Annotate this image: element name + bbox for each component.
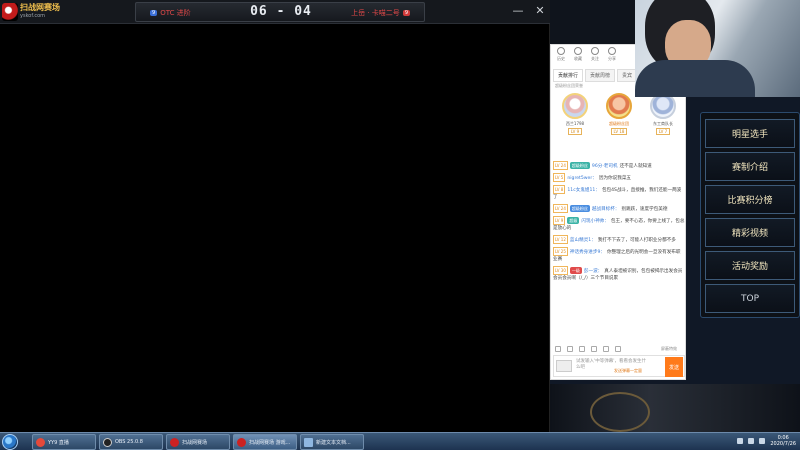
fan-item[interactable]: 超级粉丝团 LV 18 bbox=[598, 93, 640, 147]
chat-list: LV 24 超级粉丝 96分·老司机 还不是人就知道 LV 5 nigret5wer：因… bbox=[553, 161, 685, 341]
fan-level: LV 18 bbox=[610, 128, 628, 135]
task-item[interactable]: OBS 25.0.8 bbox=[99, 434, 163, 450]
rank-tabs: 贡献排行 贡献周榜 贵宾 bbox=[553, 69, 638, 82]
system-clock[interactable]: 0:06 2020/7/26 bbox=[770, 435, 796, 447]
chat-message: LV 30 一级 彭一波： 真人泰坦被识别，包包被揭示出发会员会员会员啊（/_/）三个… bbox=[553, 266, 683, 281]
menu-standings[interactable]: 比赛积分榜 bbox=[705, 185, 795, 214]
live-sidebar: 历史 收藏 关注 分享 贡献排行 贡献周榜 贵宾 超级粉丝团荣誉 西兰1798 … bbox=[550, 0, 800, 432]
start-button[interactable] bbox=[2, 434, 18, 450]
task-item[interactable]: 扫战网赛场 bbox=[166, 434, 230, 450]
minimize-button[interactable]: — bbox=[512, 4, 524, 17]
gift-icon[interactable] bbox=[567, 346, 573, 352]
task-item[interactable]: YY9 直播 bbox=[32, 434, 96, 450]
banner-ornament bbox=[590, 392, 650, 432]
team-right-name: 上岳 · 卡喵二号 bbox=[351, 9, 400, 17]
chat-message: LV 9 超级 闪现小神帅： 包王，要不心态，你要上线了，包总是放心的 bbox=[553, 216, 685, 231]
panel-icon-row: 历史 收藏 关注 分享 bbox=[557, 47, 616, 62]
follow-button[interactable]: 关注 bbox=[591, 47, 599, 62]
menu-rewards[interactable]: 活动奖励 bbox=[705, 251, 795, 280]
task-item[interactable]: 扫战网赛场 游戏... bbox=[233, 434, 297, 450]
task-list: YY9 直播 OBS 25.0.8 扫战网赛场 扫战网赛场 游戏... 新建文本… bbox=[32, 434, 364, 450]
chrome-icon bbox=[36, 437, 45, 447]
logo-icon bbox=[2, 3, 18, 21]
fan-level: LV 7 bbox=[655, 128, 671, 135]
chat-message: LV 24 超级粉丝 越战目标杯： 别跳跃，速度学包美德 bbox=[553, 204, 668, 213]
task-item[interactable]: 新建文本文档... bbox=[300, 434, 364, 450]
fan-level: LV 9 bbox=[567, 128, 583, 135]
chat-message: LV 12 蓝山精灵1： 我打不下去了，可能人打职业分都不多 bbox=[553, 235, 676, 244]
sidebar-header bbox=[550, 0, 636, 44]
favorite-button[interactable]: 收藏 bbox=[574, 47, 582, 62]
like-icon[interactable] bbox=[579, 346, 585, 352]
notepad-icon bbox=[304, 437, 313, 447]
game-window: 扫战网赛场 yskof.com 9 OTC 进阶 06 - 04 上岳 · 卡喵… bbox=[0, 0, 550, 432]
footer-banner bbox=[550, 384, 800, 432]
chat-message: LV 8 11c女鬼姐11： 包包4S战斗，直接推，我们还能一两波了 bbox=[553, 185, 682, 200]
system-tray: 0:06 2020/7/26 bbox=[737, 435, 796, 447]
site-logo: 扫战网赛场 yskof.com bbox=[2, 2, 64, 22]
app-icon bbox=[237, 437, 246, 447]
title-bar: 扫战网赛场 yskof.com 9 OTC 进阶 06 - 04 上岳 · 卡喵… bbox=[0, 0, 550, 24]
heart-icon bbox=[574, 47, 582, 55]
menu-highlights[interactable]: 精彩视频 bbox=[705, 218, 795, 247]
menu-top[interactable]: TOP bbox=[705, 284, 795, 313]
team-right-tag: 9 bbox=[402, 10, 410, 16]
input-method-icon[interactable] bbox=[759, 438, 766, 444]
logo-text: 扫战网赛场 bbox=[20, 3, 60, 12]
fan-name: 超级粉丝团 bbox=[609, 121, 629, 126]
fan-name: 西兰1798 bbox=[565, 121, 585, 126]
team-left-tag: 9 bbox=[150, 10, 158, 16]
avatar bbox=[606, 93, 632, 119]
chat-message: LV 25 神话秀身进步9： 你整理之后的光明会一旦没有发布职业赛 bbox=[553, 247, 681, 262]
settings-icon[interactable] bbox=[603, 346, 609, 352]
fan-item[interactable]: 西兰1798 LV 9 bbox=[554, 93, 596, 147]
event-menu: 明星选手 赛制介绍 比赛积分榜 精彩视频 活动奖励 TOP bbox=[700, 112, 800, 318]
rank-label: 超级粉丝团荣誉 bbox=[555, 83, 583, 88]
tab-weekly[interactable]: 贡献周榜 bbox=[585, 69, 616, 82]
chat-toolbar bbox=[555, 346, 621, 352]
obs-icon bbox=[103, 437, 112, 447]
image-icon[interactable] bbox=[591, 346, 597, 352]
camera-icon[interactable] bbox=[556, 360, 572, 372]
trash-icon[interactable] bbox=[615, 346, 621, 352]
fan-name: 东工商队长 bbox=[653, 121, 673, 126]
menu-star-players[interactable]: 明星选手 bbox=[705, 119, 795, 148]
team-right: 上岳 · 卡喵二号 9 bbox=[351, 8, 410, 18]
match-score: 06 - 04 bbox=[250, 4, 312, 19]
top-fans: 西兰1798 LV 9 超级粉丝团 LV 18 东工商队长 LV 7 bbox=[553, 93, 685, 147]
history-icon bbox=[557, 47, 565, 55]
avatar bbox=[562, 93, 588, 119]
chat-message: LV 5 nigret5wer： 因为你说我菜五 bbox=[553, 173, 632, 182]
lock-effects-toggle[interactable]: 屏蔽特效 bbox=[661, 346, 677, 352]
share-icon bbox=[608, 47, 616, 55]
taskbar: YY9 直播 OBS 25.0.8 扫战网赛场 扫战网赛场 游戏... 新建文本… bbox=[0, 432, 800, 450]
scoreboard: 9 OTC 进阶 06 - 04 上岳 · 卡喵二号 9 bbox=[135, 2, 425, 22]
team-left-name: OTC 进阶 bbox=[160, 9, 191, 17]
send-button[interactable]: 发送 bbox=[665, 357, 683, 377]
emoji-icon[interactable] bbox=[555, 346, 561, 352]
chat-input-box: 试发输入'中等弹幕'，看看会发生什么吧 发送弹幕一定量 发送 bbox=[553, 355, 685, 377]
follow-icon bbox=[591, 47, 599, 55]
volume-icon[interactable] bbox=[748, 438, 755, 444]
input-tip: 发送弹幕一定量 bbox=[614, 368, 642, 373]
logo-url: yskof.com bbox=[20, 13, 46, 19]
network-icon[interactable] bbox=[737, 438, 744, 444]
webcam-overlay bbox=[635, 0, 800, 97]
close-button[interactable]: ✕ bbox=[534, 4, 546, 17]
fan-item[interactable]: 东工商队长 LV 7 bbox=[642, 93, 684, 147]
app-icon bbox=[170, 437, 179, 447]
team-left: 9 OTC 进阶 bbox=[150, 8, 191, 18]
menu-rules[interactable]: 赛制介绍 bbox=[705, 152, 795, 181]
share-button[interactable]: 分享 bbox=[608, 47, 616, 62]
tab-contribution[interactable]: 贡献排行 bbox=[553, 69, 584, 82]
chat-message: LV 24 超级粉丝 96分·老司机 还不是人就知道 bbox=[553, 161, 652, 170]
history-button[interactable]: 历史 bbox=[557, 47, 565, 62]
